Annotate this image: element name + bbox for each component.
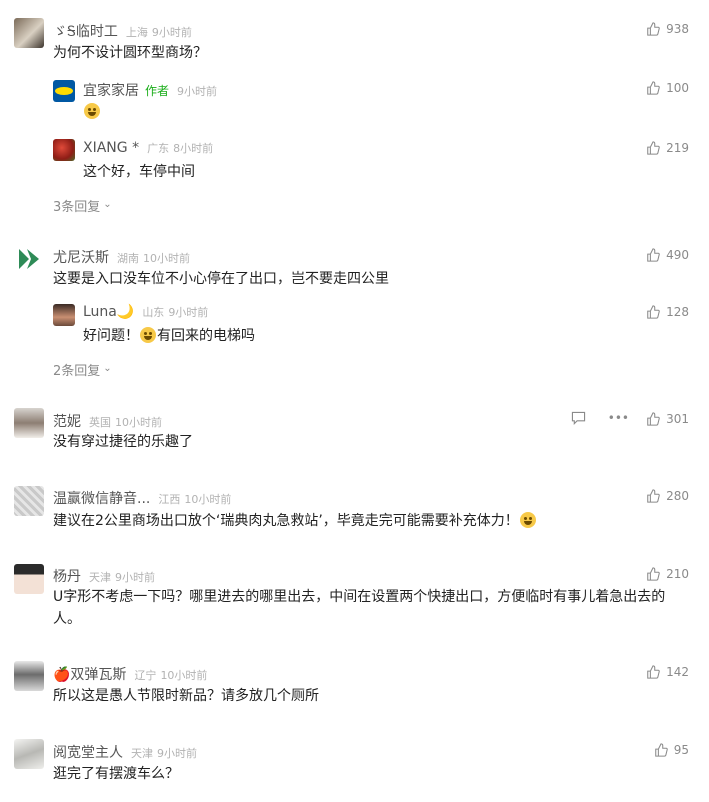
comment-time: 10小时前 (143, 252, 190, 265)
like-count: 100 (666, 81, 689, 95)
like-count: 210 (666, 567, 689, 581)
like-button[interactable]: 100 (646, 81, 689, 95)
thumbs-up-icon (647, 305, 660, 319)
comment-location: 天津 (89, 571, 111, 584)
comment-time: 9小时前 (115, 571, 155, 584)
reply-text: 这个好，车停中间 (83, 164, 195, 180)
smile-sweat-emoji (84, 103, 100, 119)
like-button[interactable]: 490 (646, 248, 689, 262)
comment-location: 英国 (89, 416, 111, 429)
grey-pattern-avatar[interactable] (14, 486, 44, 516)
chevron-down-icon: ⌄ (103, 363, 112, 374)
comment-text: 建议在2公里商场出口放个‘瑞典肉丸急救站’，毕竟走完可能需要补充体力！ (53, 513, 519, 529)
portrait-avatar[interactable] (53, 304, 75, 326)
thumbs-up-icon (654, 743, 668, 757)
more-icon[interactable]: ••• (608, 411, 629, 425)
like-button[interactable]: 142 (646, 665, 689, 679)
expand-replies-label: 2条回复 (53, 364, 101, 379)
reply-text-part: 好问题！ (83, 328, 139, 344)
reply-author-name[interactable]: Luna🌙 (83, 304, 134, 320)
like-count: 490 (666, 248, 689, 262)
party-emoji (519, 512, 536, 528)
thumbs-up-icon (647, 489, 660, 503)
expand-replies-label: 3条回复 (53, 200, 101, 215)
like-count: 142 (666, 665, 689, 679)
author-badge: 作者 (145, 84, 170, 98)
like-button[interactable]: 210 (646, 567, 689, 581)
thumbs-up-icon (647, 567, 660, 581)
portrait-avatar[interactable] (14, 661, 44, 691)
commenter-name[interactable]: 温赢微信静音... (53, 488, 150, 508)
comment-text: 逛完了有摆渡车么？ (53, 766, 179, 782)
thumbs-up-icon (647, 141, 660, 155)
commenter-name[interactable]: 杨丹 (53, 566, 81, 586)
red-flower-avatar[interactable] (53, 139, 75, 161)
thumbs-up-icon (647, 22, 660, 36)
commenter-name[interactable]: ゞᎦ临时工 (53, 21, 118, 41)
commenter-name[interactable]: 🍎双弹瓦斯 (53, 664, 126, 684)
comment-time: 9小时前 (151, 26, 192, 39)
comment-text-wrap: 建议在2公里商场出口放个‘瑞典肉丸急救站’，毕竟走完可能需要补充体力！ (53, 510, 537, 532)
like-count: 280 (666, 489, 689, 503)
comment-text: 为何不设计圆环型商场？ (53, 45, 207, 61)
comment-location: 上海 (125, 26, 148, 39)
comment-text: 所以这是愚人节限时新品？请多放几个厕所 (53, 688, 319, 704)
thumbs-up-icon (647, 248, 660, 262)
comment-time: 10小时前 (115, 416, 162, 429)
comment-time: 10小时前 (184, 493, 232, 506)
comment-location: 辽宁 (134, 669, 157, 682)
expand-replies-button[interactable]: 2条回复 ⌄ (53, 360, 112, 379)
like-count: 95 (673, 743, 689, 757)
comment-time: 10小时前 (160, 669, 208, 682)
ikea-logo-avatar[interactable] (53, 80, 75, 102)
like-button[interactable]: 128 (646, 305, 689, 319)
chevron-down-icon: ⌄ (103, 199, 112, 210)
reply-author-name[interactable]: 宜家家居 (83, 80, 139, 100)
like-count: 301 (666, 412, 689, 426)
comment-location: 江西 (158, 493, 181, 506)
comment-text: 没有穿过捷径的乐趣了 (53, 434, 193, 450)
like-button[interactable]: 280 (646, 489, 689, 503)
like-button[interactable]: 301 (646, 412, 689, 426)
like-button[interactable]: 219 (646, 141, 689, 155)
comment-icon[interactable] (571, 411, 586, 425)
husky-dog-avatar[interactable] (14, 18, 44, 48)
laughing-emoji (140, 327, 156, 343)
reply-location: 广东 (147, 142, 170, 155)
expand-replies-button[interactable]: 3条回复 ⌄ (53, 196, 112, 215)
thumbs-up-icon (647, 665, 660, 679)
like-count: 938 (666, 22, 689, 36)
thumbs-up-icon (647, 412, 660, 426)
reply-text-part: 有回来的电梯吗 (157, 328, 255, 344)
like-button[interactable]: 938 (646, 22, 689, 36)
reply-text: 好问题！ 有回来的电梯吗 (83, 325, 255, 347)
thumbs-up-icon (647, 81, 660, 95)
reply-time: 9小时前 (177, 85, 218, 98)
reply-text (83, 101, 101, 123)
comment-location: 天津 (131, 747, 153, 760)
comment-text: U字形不考虑一下吗？哪里进去的哪里出去，中间在设置两个快捷出口，方便临时有事儿着… (53, 589, 666, 627)
commenter-name[interactable]: 范妮 (53, 411, 81, 431)
portrait-avatar[interactable] (14, 408, 44, 438)
comment-text: 这要是入口没车位不小心停在了出口，岂不要走四公里 (53, 271, 389, 287)
reply-time: 8小时前 (173, 142, 214, 155)
comment-location: 湖南 (117, 252, 139, 265)
reply-time: 9小时前 (168, 306, 209, 319)
ink-painting-avatar[interactable] (14, 739, 44, 769)
like-count: 219 (666, 141, 689, 155)
green-d-logo-avatar[interactable] (14, 244, 44, 274)
commenter-name[interactable]: 尤尼沃斯 (53, 247, 109, 267)
cartoon-girl-avatar[interactable] (14, 564, 44, 594)
commenter-name[interactable]: 阅宽堂主人 (53, 742, 123, 762)
reply-location: 山东 (142, 306, 165, 319)
like-count: 128 (666, 305, 689, 319)
comment-time: 9小时前 (157, 747, 197, 760)
reply-author-name[interactable]: XIANG * (83, 140, 139, 156)
like-button[interactable]: 95 (654, 743, 689, 757)
